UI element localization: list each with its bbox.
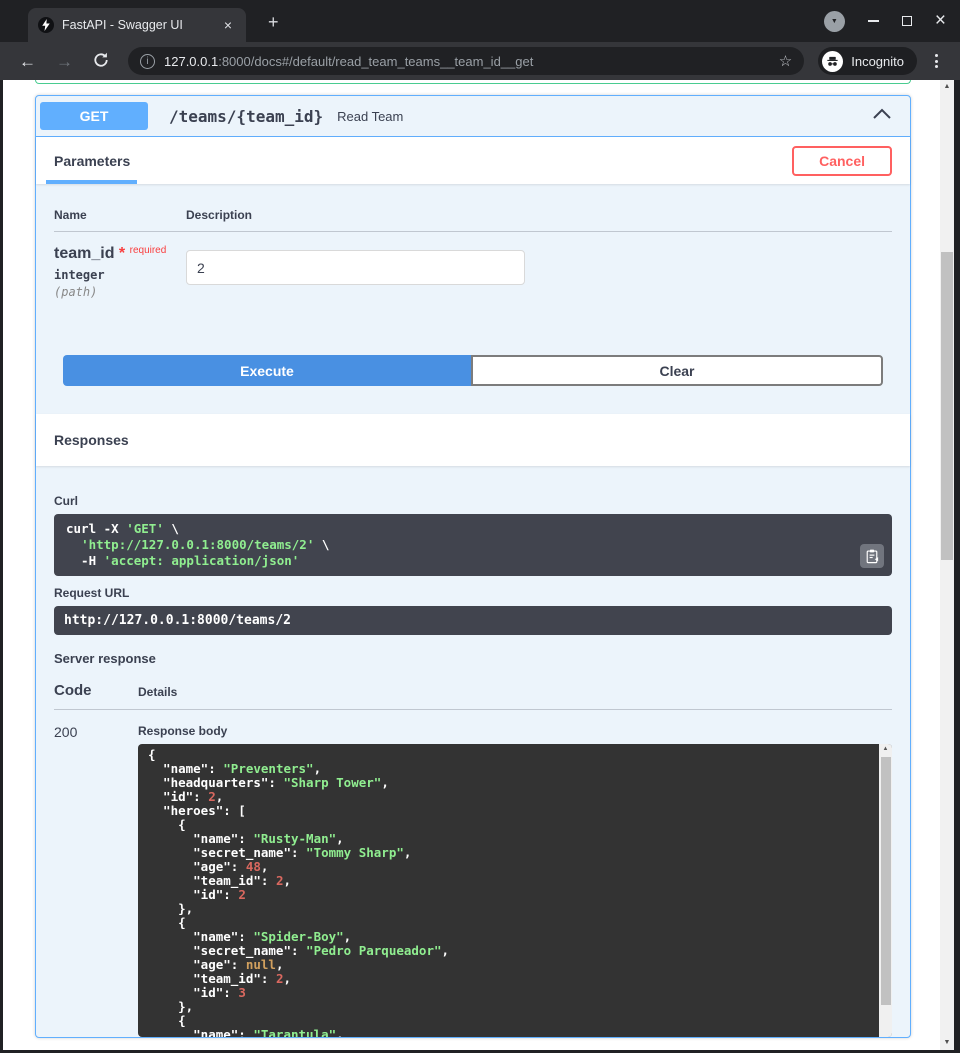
response-body-scrollbar[interactable]: ▲ [879,744,892,1037]
parameter-name: team_id * required [54,245,186,263]
parameter-type: integer [54,268,186,282]
opblock-get-read-team: GET /teams/{team_id} Read Team Parameter… [35,95,911,1038]
column-details: Details [138,685,177,699]
forward-icon[interactable]: → [49,53,80,70]
back-icon[interactable]: ← [12,53,43,70]
fastapi-favicon-icon [38,17,54,33]
method-badge: GET [40,102,148,130]
window-close-button[interactable]: × [935,14,946,28]
execute-button-group: Execute Clear [63,355,883,386]
parameter-location: (path) [54,285,186,299]
browser-menu-icon[interactable] [923,50,948,72]
status-code: 200 [54,722,138,1037]
swagger-content: GET /teams/{team_id} Read Team Parameter… [35,80,911,1038]
column-code: Code [54,682,138,699]
request-url-label: Request URL [54,586,892,600]
opblock-header[interactable]: GET /teams/{team_id} Read Team [36,96,910,137]
parameters-section: Name Description team_id * required inte… [36,184,910,299]
team-id-input[interactable] [186,250,525,285]
endpoint-path: /teams/{team_id} [169,107,323,126]
copy-to-clipboard-button[interactable] [860,544,884,568]
new-tab-button[interactable]: + [262,10,285,35]
browser-toolbar: ← → i 127.0.0.1:8000/docs#/default/read_… [0,42,960,80]
response-body-label: Response body [138,724,892,738]
tab-parameters[interactable]: Parameters [54,137,130,184]
maximize-button[interactable] [902,16,912,26]
responses-header-bar: Responses [36,414,910,466]
response-row: 200 Response body { "name": "Preventers"… [54,722,892,1037]
curl-command: curl -X 'GET' \ 'http://127.0.0.1:8000/t… [66,521,880,569]
curl-label: Curl [54,494,892,508]
bookmark-star-icon[interactable]: ☆ [779,52,792,70]
server-response-label: Server response [54,651,892,666]
parameter-description-cell [186,245,525,299]
parameters-label: Parameters [54,153,130,169]
swagger-page: ▲ ▼ GET /teams/{team_id} Read Team [3,80,954,1050]
url-text[interactable]: 127.0.0.1:8000/docs#/default/read_team_t… [164,54,770,69]
cancel-button[interactable]: Cancel [792,146,892,176]
curl-command-box: curl -X 'GET' \ 'http://127.0.0.1:8000/t… [54,514,892,576]
parameter-row: team_id * required integer (path) [54,232,892,299]
clear-button[interactable]: Clear [471,355,883,386]
endpoint-summary: Read Team [337,109,403,124]
collapse-chevron-icon[interactable] [868,103,896,129]
window-controls: ▼ × [824,10,946,32]
browser-tab[interactable]: FastAPI - Swagger UI × [28,8,246,42]
required-asterisk: * [119,245,125,262]
address-bar[interactable]: i 127.0.0.1:8000/docs#/default/read_team… [128,47,804,75]
column-description: Description [186,208,252,222]
responses-heading: Responses [54,432,129,448]
parameters-column-headers: Name Description [54,208,892,222]
parameter-name-cell: team_id * required integer (path) [54,245,186,299]
url-path: :8000/docs#/default/read_team_teams__tea… [218,54,533,69]
column-name: Name [54,208,186,222]
response-scrollbar-thumb[interactable] [881,757,891,1005]
site-info-icon[interactable]: i [140,54,155,69]
incognito-label: Incognito [851,54,904,69]
reload-icon[interactable] [86,52,116,71]
incognito-badge: Incognito [818,47,917,75]
page-scrollbar[interactable]: ▲ ▼ [940,80,954,1050]
page-scrollbar-thumb[interactable] [941,252,953,560]
minimize-button[interactable] [868,20,879,22]
tab-title: FastAPI - Swagger UI [62,18,212,32]
responses-section: Curl curl -X 'GET' \ 'http://127.0.0.1:8… [36,466,910,1037]
browser-update-icon[interactable]: ▼ [824,11,845,32]
previous-opblock-edge [35,80,911,84]
scrollbar-down-icon[interactable]: ▼ [940,1039,954,1046]
request-url-box: http://127.0.0.1:8000/teams/2 [54,606,892,635]
response-column-headers: Code Details [54,682,892,710]
parameters-tab-bar: Parameters Cancel [36,137,910,184]
scrollbar-up-icon[interactable]: ▲ [879,746,892,752]
required-label: required [130,245,167,256]
active-tab-underline [46,180,137,184]
response-body-json: { "name": "Preventers", "headquarters": … [148,748,866,1037]
scrollbar-up-icon[interactable]: ▲ [940,83,954,90]
response-body-box[interactable]: { "name": "Preventers", "headquarters": … [138,744,892,1037]
request-url-value: http://127.0.0.1:8000/teams/2 [64,613,291,628]
tab-strip: FastAPI - Swagger UI × + ▼ × [0,0,960,42]
response-details-cell: Response body { "name": "Preventers", "h… [138,722,892,1037]
incognito-icon [822,51,843,72]
execute-button[interactable]: Execute [63,355,471,386]
browser-window: FastAPI - Swagger UI × + ▼ × ← → i 127.0… [0,0,960,1053]
url-host: 127.0.0.1 [164,54,218,69]
tab-close-icon[interactable]: × [220,16,236,34]
